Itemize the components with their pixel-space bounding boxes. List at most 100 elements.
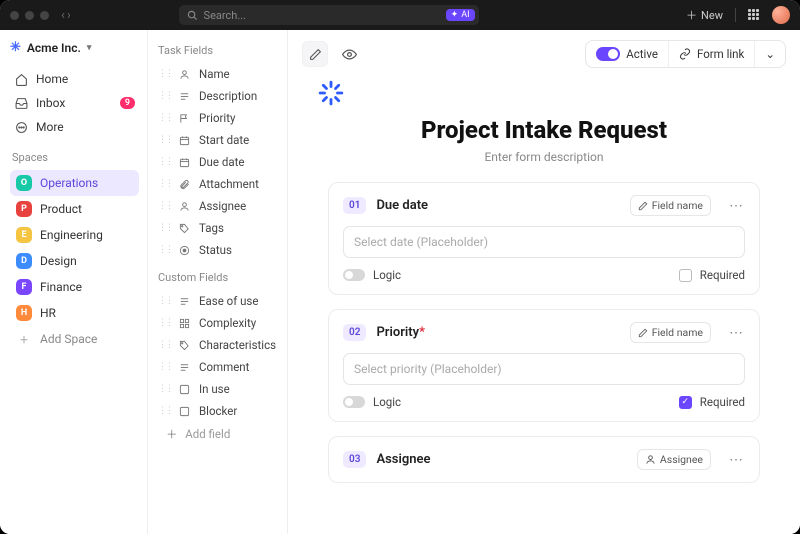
- flag-icon: [179, 113, 192, 124]
- chevron-down-icon: ▾: [87, 43, 92, 53]
- field-item-tags[interactable]: ⋮⋮Tags: [156, 217, 279, 239]
- grip-icon: ⋮⋮: [158, 69, 172, 79]
- field-item-assignee[interactable]: ⋮⋮Assignee: [156, 195, 279, 217]
- sidebar-item-home[interactable]: Home: [10, 67, 139, 91]
- workspace-switcher[interactable]: ✳ Acme Inc. ▾: [10, 40, 139, 55]
- grip-icon: ⋮⋮: [158, 223, 172, 233]
- field-pill[interactable]: Assignee: [637, 449, 711, 470]
- plus-icon: ＋: [16, 331, 32, 347]
- plus-icon: ＋: [165, 426, 178, 442]
- logic-toggle[interactable]: [343, 269, 365, 281]
- field-item-comment[interactable]: ⋮⋮Comment: [156, 356, 279, 378]
- field-number: 01: [343, 197, 366, 214]
- avatar[interactable]: [772, 6, 790, 24]
- form-toolbar: Active Form link ⌄: [288, 30, 800, 78]
- field-name[interactable]: Due date: [376, 198, 428, 213]
- form-actions: Active Form link ⌄: [585, 40, 786, 68]
- field-item-in-use[interactable]: ⋮⋮In use: [156, 378, 279, 400]
- field-item-start-date[interactable]: ⋮⋮Start date: [156, 129, 279, 151]
- field-menu-button[interactable]: ⋯: [727, 452, 745, 468]
- add-field-button[interactable]: ＋ Add field: [156, 422, 279, 446]
- field-placeholder-input[interactable]: Select priority (Placeholder): [343, 353, 745, 385]
- text-icon: [179, 296, 192, 307]
- field-placeholder-input[interactable]: Select date (Placeholder): [343, 226, 745, 258]
- logic-toggle[interactable]: [343, 396, 365, 408]
- space-badge: E: [16, 227, 32, 243]
- logic-label: Logic: [373, 268, 401, 282]
- toggle-on-icon: [596, 47, 620, 61]
- field-menu-button[interactable]: ⋯: [727, 325, 745, 341]
- field-pill[interactable]: Field name: [630, 322, 711, 343]
- inbox-badge: 9: [120, 97, 135, 109]
- field-item-status[interactable]: ⋮⋮Status: [156, 239, 279, 261]
- grip-icon: ⋮⋮: [158, 296, 172, 306]
- required-label: Required: [700, 268, 745, 282]
- sidebar-space-operations[interactable]: OOperations: [10, 170, 139, 196]
- sidebar-item-inbox[interactable]: Inbox 9: [10, 91, 139, 115]
- sidebar: ✳ Acme Inc. ▾ Home Inbox 9: [0, 30, 148, 534]
- field-name[interactable]: Assignee: [376, 452, 430, 467]
- field-number: 03: [343, 451, 366, 468]
- text-icon: [179, 362, 192, 373]
- link-icon: [679, 48, 691, 60]
- custom-fields-label: Custom Fields: [158, 271, 279, 284]
- space-badge: H: [16, 305, 32, 321]
- edit-icon: [638, 328, 648, 338]
- field-item-ease-of-use[interactable]: ⋮⋮Ease of use: [156, 290, 279, 312]
- required-checkbox[interactable]: [679, 269, 692, 282]
- sidebar-space-engineering[interactable]: EEngineering: [10, 222, 139, 248]
- edit-icon: [638, 201, 648, 211]
- space-badge: O: [16, 175, 32, 191]
- check-icon: [179, 384, 192, 395]
- search-input[interactable]: Search... ✦ AI: [179, 5, 479, 25]
- edit-mode-button[interactable]: [302, 41, 328, 67]
- required-checkbox[interactable]: ✓: [679, 396, 692, 409]
- ai-badge[interactable]: ✦ AI: [446, 9, 475, 21]
- titlebar: ‹ › Search... ✦ AI ＋ New: [0, 0, 800, 30]
- field-item-blocker[interactable]: ⋮⋮Blocker: [156, 400, 279, 422]
- field-item-name[interactable]: ⋮⋮Name: [156, 63, 279, 85]
- add-space-button[interactable]: ＋ Add Space: [10, 326, 139, 352]
- grid-icon: [179, 318, 192, 329]
- logic-label: Logic: [373, 395, 401, 409]
- tag-icon: [179, 340, 192, 351]
- chevron-down-icon: ⌄: [765, 47, 775, 61]
- field-menu-button[interactable]: ⋯: [727, 198, 745, 214]
- apps-icon[interactable]: [748, 9, 760, 21]
- form-title[interactable]: Project Intake Request: [318, 116, 770, 144]
- window-controls[interactable]: [10, 11, 49, 20]
- forward-icon[interactable]: ›: [67, 8, 71, 23]
- field-item-due-date[interactable]: ⋮⋮Due date: [156, 151, 279, 173]
- sidebar-item-more[interactable]: More: [10, 115, 139, 139]
- nav-arrows[interactable]: ‹ ›: [61, 8, 71, 23]
- space-badge: F: [16, 279, 32, 295]
- new-button[interactable]: ＋ New: [686, 7, 723, 23]
- form-link-button[interactable]: Form link: [668, 41, 754, 67]
- search-placeholder: Search...: [204, 9, 247, 22]
- preview-button[interactable]: [336, 41, 362, 67]
- field-item-description[interactable]: ⋮⋮Description: [156, 85, 279, 107]
- sidebar-space-finance[interactable]: FFinance: [10, 274, 139, 300]
- form-field-card[interactable]: 01 Due date Field name ⋯ Select date (Placeh…: [328, 182, 760, 295]
- field-name[interactable]: Priority*: [376, 325, 424, 340]
- field-item-characteristics[interactable]: ⋮⋮Characteristics: [156, 334, 279, 356]
- active-toggle[interactable]: Active: [586, 41, 668, 67]
- field-item-complexity[interactable]: ⋮⋮Complexity: [156, 312, 279, 334]
- sidebar-space-product[interactable]: PProduct: [10, 196, 139, 222]
- tag-icon: [179, 223, 192, 234]
- grip-icon: ⋮⋮: [158, 201, 172, 211]
- form-description-input[interactable]: Enter form description: [318, 150, 770, 164]
- form-field-card[interactable]: 03 Assignee Assignee ⋯: [328, 436, 760, 483]
- field-item-attachment[interactable]: ⋮⋮Attachment: [156, 173, 279, 195]
- user-icon: [179, 201, 192, 212]
- field-pill[interactable]: Field name: [630, 195, 711, 216]
- field-item-priority[interactable]: ⋮⋮Priority: [156, 107, 279, 129]
- form-field-card[interactable]: 02Priority*Field name⋯Select priority (P…: [328, 309, 760, 422]
- sidebar-space-hr[interactable]: HHR: [10, 300, 139, 326]
- sidebar-space-design[interactable]: DDesign: [10, 248, 139, 274]
- form-actions-menu[interactable]: ⌄: [754, 41, 785, 67]
- back-icon[interactable]: ‹: [61, 8, 65, 23]
- form-logo-icon: [318, 80, 770, 106]
- user-icon: [645, 454, 656, 465]
- workspace-logo-icon: ✳: [10, 40, 21, 55]
